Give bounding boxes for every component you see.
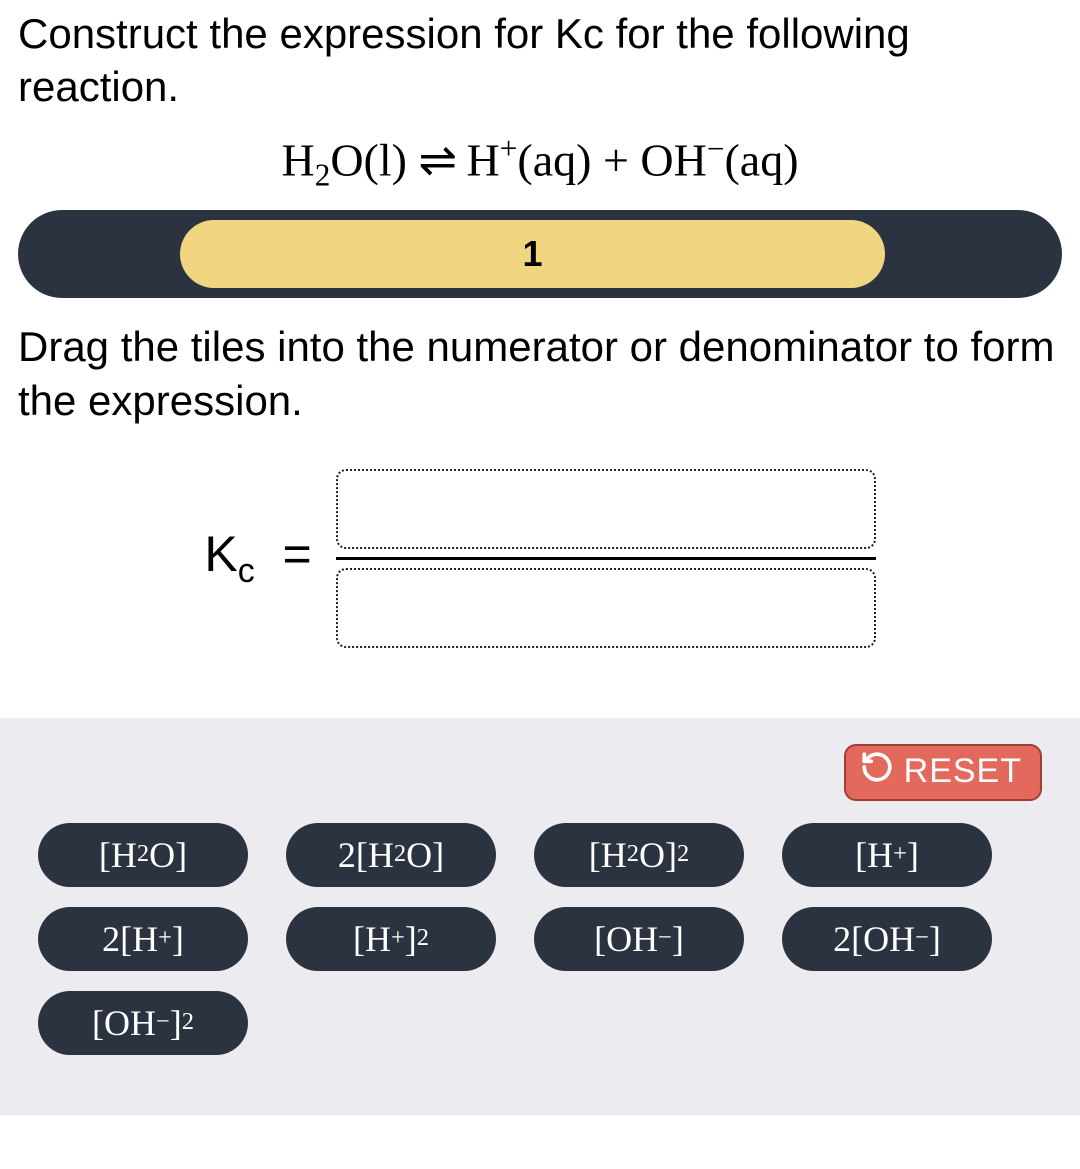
kc-label: Kc = <box>204 525 311 591</box>
tiles-grid: [H2O] 2[H2O] [H2O]2 [H+] 2[H+] [H+]2 [OH… <box>38 823 1042 1055</box>
tile-h2o-sq[interactable]: [H2O]2 <box>534 823 744 887</box>
tile-2h2o[interactable]: 2[H2O] <box>286 823 496 887</box>
undo-icon <box>860 750 894 793</box>
tile-2ohminus[interactable]: 2[OH−] <box>782 907 992 971</box>
progress-step[interactable]: 1 <box>180 220 885 288</box>
question-prompt: Construct the expression for Kc for the … <box>18 8 1062 113</box>
denominator-dropzone[interactable] <box>336 568 876 648</box>
tile-ohminus[interactable]: [OH−] <box>534 907 744 971</box>
reaction-equation: H2O(l) ⇌ H+(aq) + OH−(aq) <box>18 131 1062 194</box>
reset-label: RESET <box>904 752 1022 791</box>
progress-bar: 1 <box>18 210 1062 298</box>
tile-hplus[interactable]: [H+] <box>782 823 992 887</box>
fraction-container <box>336 469 876 648</box>
tile-bank: RESET [H2O] 2[H2O] [H2O]2 [H+] 2[H+] [H+… <box>0 718 1080 1115</box>
tile-h2o[interactable]: [H2O] <box>38 823 248 887</box>
reset-button[interactable]: RESET <box>844 744 1042 801</box>
tile-oh-sq[interactable]: [OH−]2 <box>38 991 248 1055</box>
numerator-dropzone[interactable] <box>336 469 876 549</box>
tile-hplus-sq[interactable]: [H+]2 <box>286 907 496 971</box>
kc-expression: Kc = <box>18 469 1062 648</box>
fraction-line <box>336 557 876 560</box>
drag-instruction: Drag the tiles into the numerator or den… <box>18 320 1062 429</box>
tile-2hplus[interactable]: 2[H+] <box>38 907 248 971</box>
